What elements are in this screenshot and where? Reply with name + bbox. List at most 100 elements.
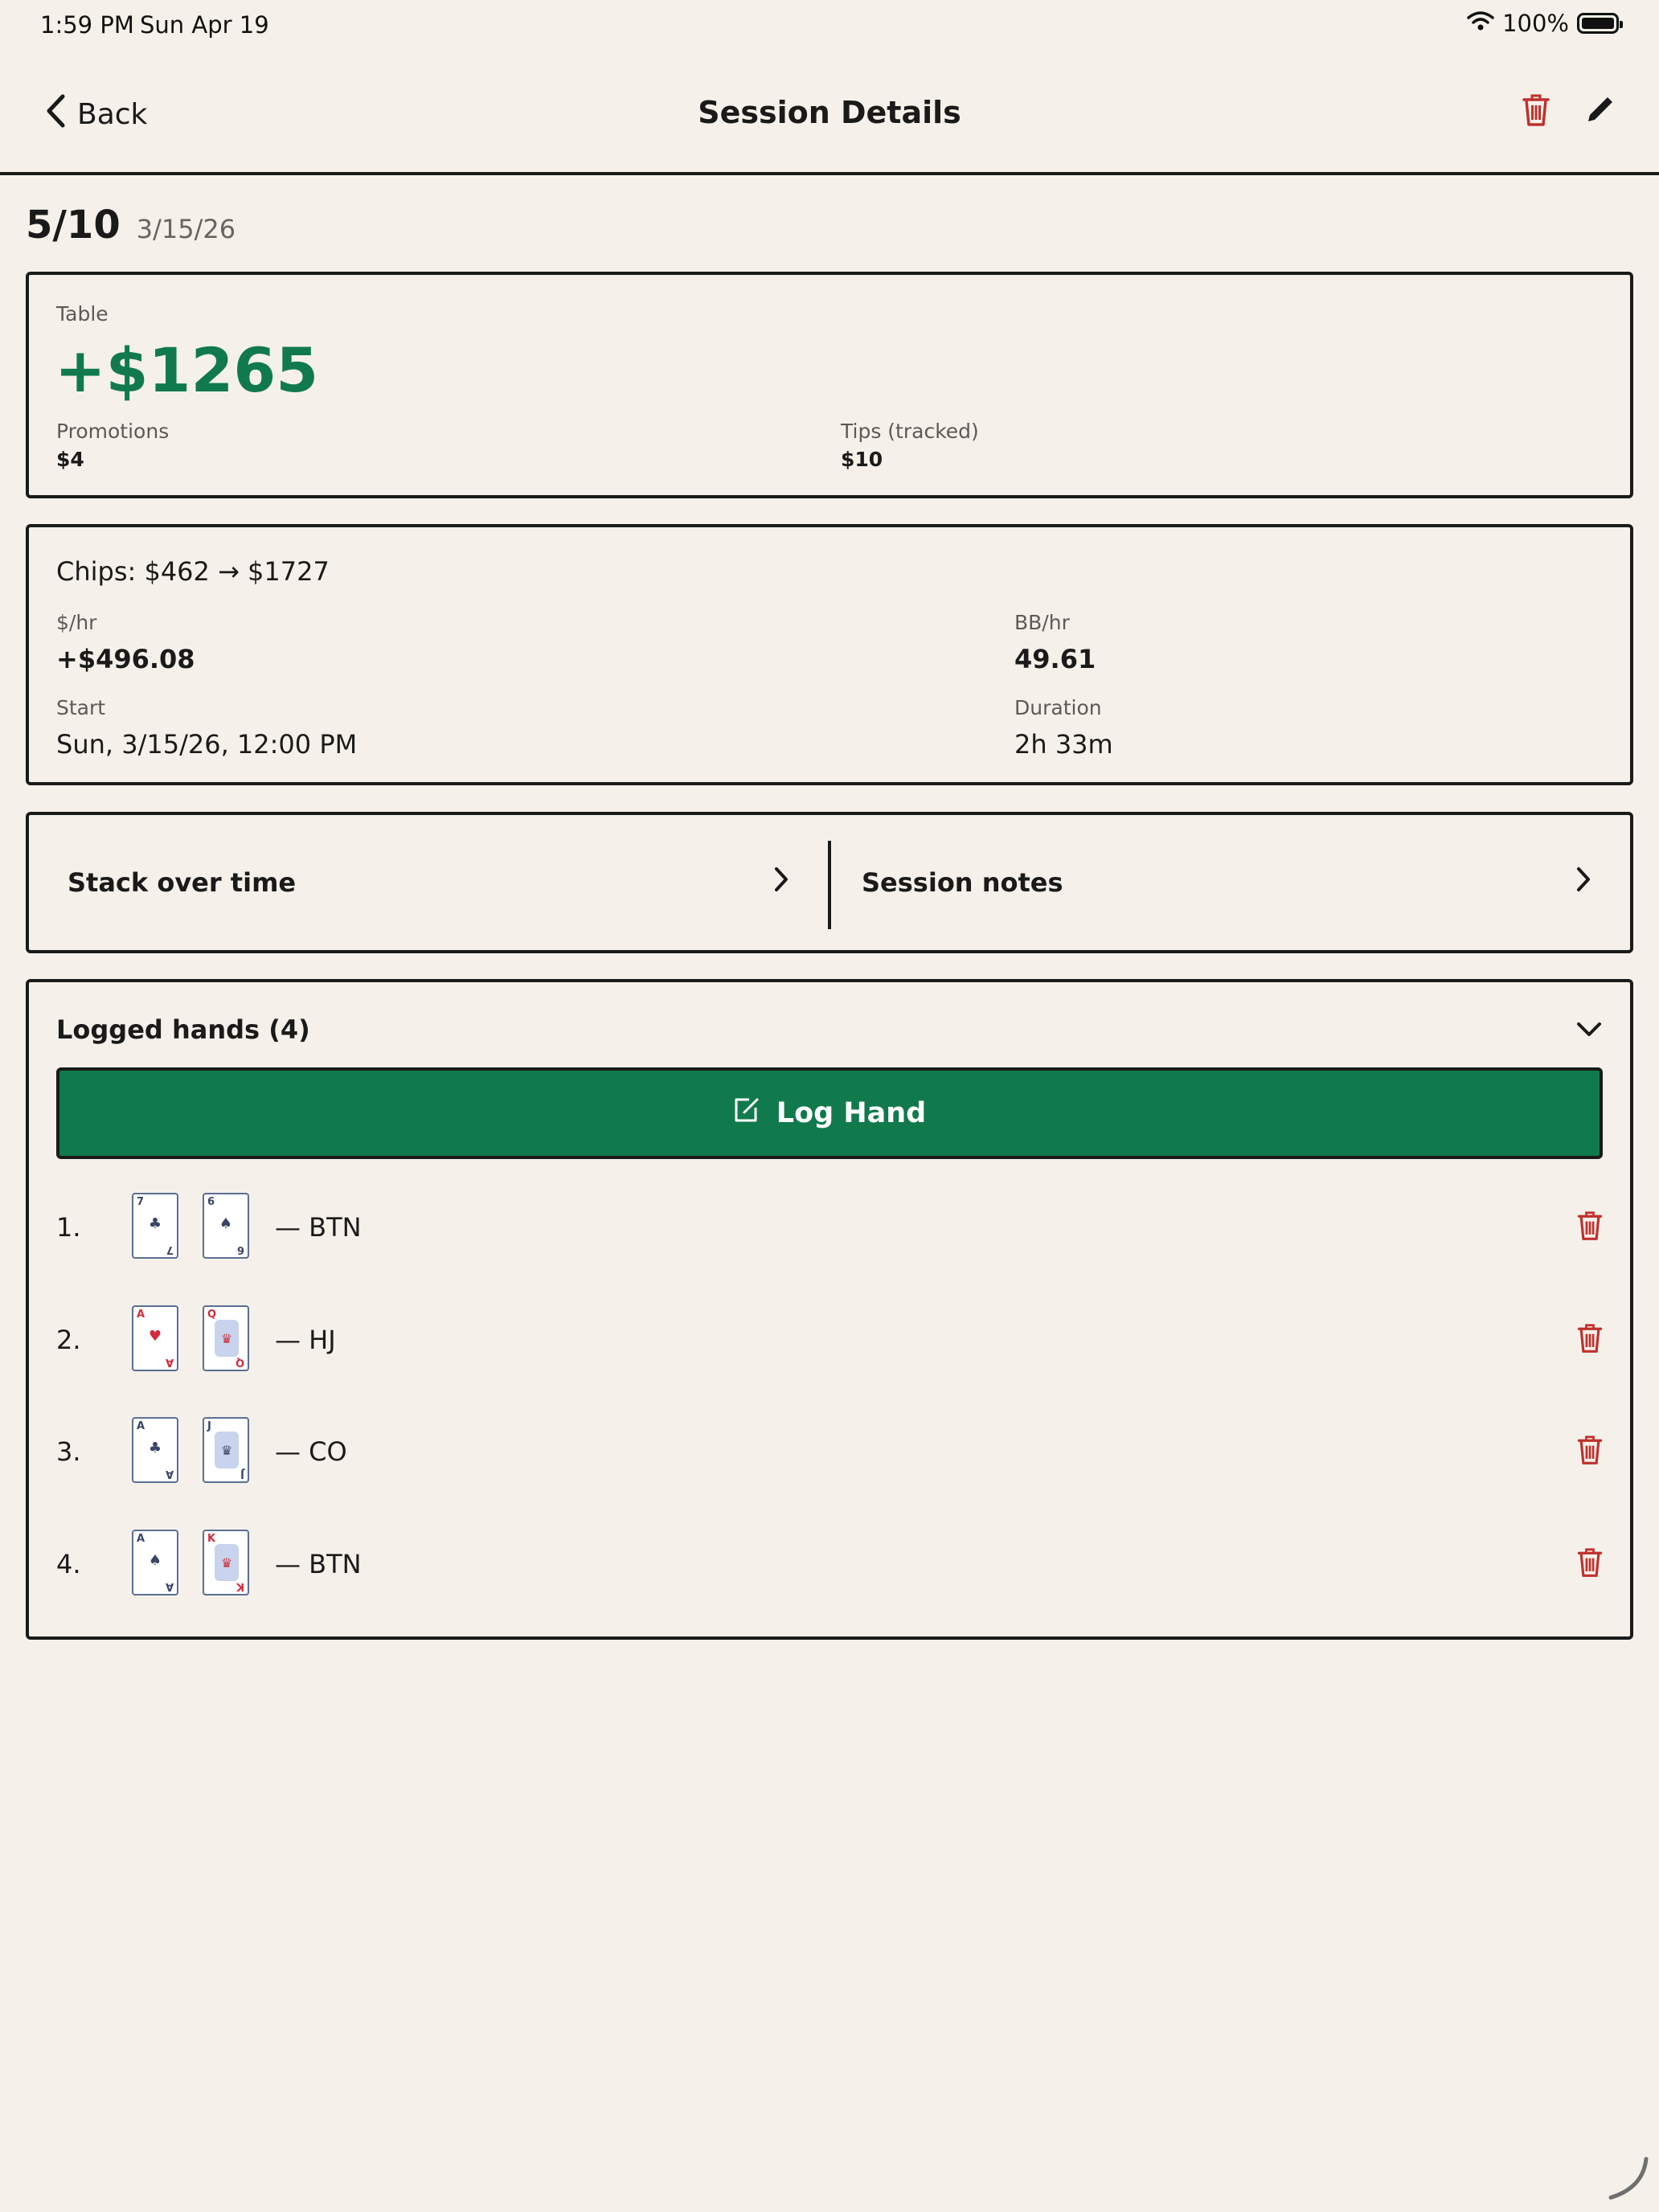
stats-card: Chips: $462 → $1727 $/hr +$496.08 BB/hr …: [26, 524, 1633, 785]
hand-row[interactable]: 4. A ♠ A K ♛ K — BTN: [56, 1530, 1603, 1602]
edit-session-button[interactable]: [1583, 94, 1616, 126]
duration-value: 2h 33m: [1014, 729, 1113, 760]
card-rank: A: [137, 1420, 145, 1432]
hand-number: 3.: [56, 1436, 81, 1467]
card-rank-bottom: A: [165, 1356, 174, 1368]
card-rank: A: [137, 1533, 145, 1545]
playing-card: J ♛ J: [203, 1417, 249, 1483]
promotions-label: Promotions: [56, 420, 170, 443]
card-suit: ♣: [148, 1215, 162, 1232]
pencil-icon: [1588, 97, 1612, 121]
card-suit: ♣: [148, 1440, 162, 1456]
session-header: 5/10 3/15/26: [26, 203, 236, 248]
chevron-right-icon: [1575, 866, 1591, 899]
battery-percent: 100%: [1502, 10, 1569, 37]
card-suit: ♥: [148, 1328, 162, 1345]
delete-hand-button[interactable]: [1577, 1547, 1603, 1581]
duration-label: Duration: [1014, 696, 1102, 719]
trash-icon: [1577, 1436, 1603, 1464]
card-rank-bottom: Q: [235, 1356, 244, 1368]
promotions-block: Promotions $4: [56, 420, 169, 471]
hand-position: — BTN: [275, 1212, 362, 1243]
playing-card: 7 ♣ 7: [132, 1193, 178, 1259]
playing-card: K ♛ K: [203, 1530, 249, 1596]
links-card: Stack over time Session notes: [26, 812, 1633, 953]
scroll-corner-indicator: [1606, 2156, 1651, 2204]
start-value: Sun, 3/15/26, 12:00 PM: [56, 729, 358, 760]
hand-position: — BTN: [275, 1549, 362, 1579]
session-stakes: 5/10: [26, 203, 121, 248]
card-rank-bottom: 7: [166, 1243, 174, 1256]
trash-icon: [1577, 1324, 1603, 1353]
session-notes-link[interactable]: Session notes: [830, 815, 1630, 950]
tips-label: Tips (tracked): [841, 420, 979, 443]
card-rank: A: [137, 1309, 145, 1321]
card-rank-bottom: 6: [236, 1243, 244, 1256]
card-rank: K: [207, 1533, 216, 1545]
hourly-stat: $/hr +$496.08: [56, 611, 195, 674]
delete-hand-button[interactable]: [1577, 1210, 1603, 1244]
logged-hands-title: Logged hands (4): [56, 1014, 310, 1045]
card-rank-bottom: J: [240, 1468, 244, 1480]
card-rank: 7: [137, 1196, 145, 1208]
start-label: Start: [56, 696, 106, 719]
promotions-value: $4: [56, 448, 84, 471]
hand-row[interactable]: 3. A ♣ A J ♛ J — CO: [56, 1417, 1603, 1489]
stack-over-time-label: Stack over time: [68, 867, 297, 898]
tips-value: $10: [841, 448, 883, 471]
log-hand-label: Log Hand: [776, 1097, 927, 1129]
hourly-label: $/hr: [56, 611, 97, 634]
card-rank: J: [207, 1420, 211, 1432]
session-date: 3/15/26: [136, 214, 236, 244]
card-rank: 6: [207, 1196, 215, 1208]
trash-icon: [1577, 1548, 1603, 1577]
delete-session-button[interactable]: [1522, 93, 1550, 127]
log-hand-button[interactable]: Log Hand: [56, 1067, 1603, 1159]
card-rank-bottom: A: [165, 1468, 174, 1480]
playing-card: A ♣ A: [132, 1417, 178, 1483]
tips-block: Tips (tracked) $10: [841, 420, 979, 471]
playing-card: Q ♛ Q: [203, 1305, 249, 1371]
trash-icon: [1522, 94, 1550, 126]
status-date: Sun Apr 19: [140, 11, 269, 39]
card-suit: ♠: [219, 1215, 233, 1232]
chevron-down-icon: [1575, 1014, 1603, 1045]
page-title: Session Details: [698, 95, 961, 130]
delete-hand-button[interactable]: [1577, 1435, 1603, 1469]
edit-note-icon: [733, 1096, 760, 1131]
bbhr-label: BB/hr: [1014, 611, 1070, 634]
status-time: 1:59 PM: [40, 11, 134, 39]
status-right: 100%: [1467, 10, 1623, 37]
bbhr-stat: BB/hr 49.61: [1014, 611, 1096, 674]
battery-icon: [1577, 13, 1623, 34]
card-rank-bottom: A: [165, 1580, 174, 1592]
chevron-right-icon: [773, 866, 789, 899]
nav-actions: [1522, 93, 1616, 127]
table-label: Table: [56, 302, 109, 326]
logged-hands-toggle[interactable]: Logged hands (4): [56, 1014, 1603, 1045]
delete-hand-button[interactable]: [1577, 1323, 1603, 1357]
start-stat: Start Sun, 3/15/26, 12:00 PM: [56, 696, 357, 760]
face-card-icon: ♛: [215, 1544, 239, 1581]
playing-card: 6 ♠ 6: [203, 1193, 249, 1259]
stack-over-time-link[interactable]: Stack over time: [29, 815, 828, 950]
chips-summary: Chips: $462 → $1727: [56, 556, 330, 587]
nav-bar: Back Session Details: [0, 53, 1659, 175]
hand-row[interactable]: 1. 7 ♣ 7 6 ♠ 6— BTN: [56, 1193, 1603, 1265]
profit-value: +$1265: [55, 334, 319, 406]
hand-row[interactable]: 2. A ♥ A Q ♛ Q — HJ: [56, 1305, 1603, 1378]
trash-icon: [1577, 1211, 1603, 1240]
duration-stat: Duration 2h 33m: [1014, 696, 1113, 760]
hand-position: — HJ: [275, 1325, 336, 1355]
hand-number: 2.: [56, 1325, 81, 1355]
status-bar: 1:59 PM Sun Apr 19 100%: [0, 0, 1659, 53]
hourly-value: +$496.08: [56, 644, 195, 674]
hand-number: 4.: [56, 1549, 81, 1579]
card-rank: Q: [207, 1309, 217, 1321]
logged-hands-card: Logged hands (4) Log Hand 1. 7 ♣ 7 6 ♠ 6— BTN 2…: [26, 979, 1633, 1640]
card-suit: ♠: [148, 1552, 162, 1569]
playing-card: A ♠ A: [132, 1530, 178, 1596]
session-notes-label: Session notes: [862, 867, 1063, 898]
hand-number: 1.: [56, 1212, 81, 1243]
hand-position: — CO: [275, 1436, 347, 1467]
